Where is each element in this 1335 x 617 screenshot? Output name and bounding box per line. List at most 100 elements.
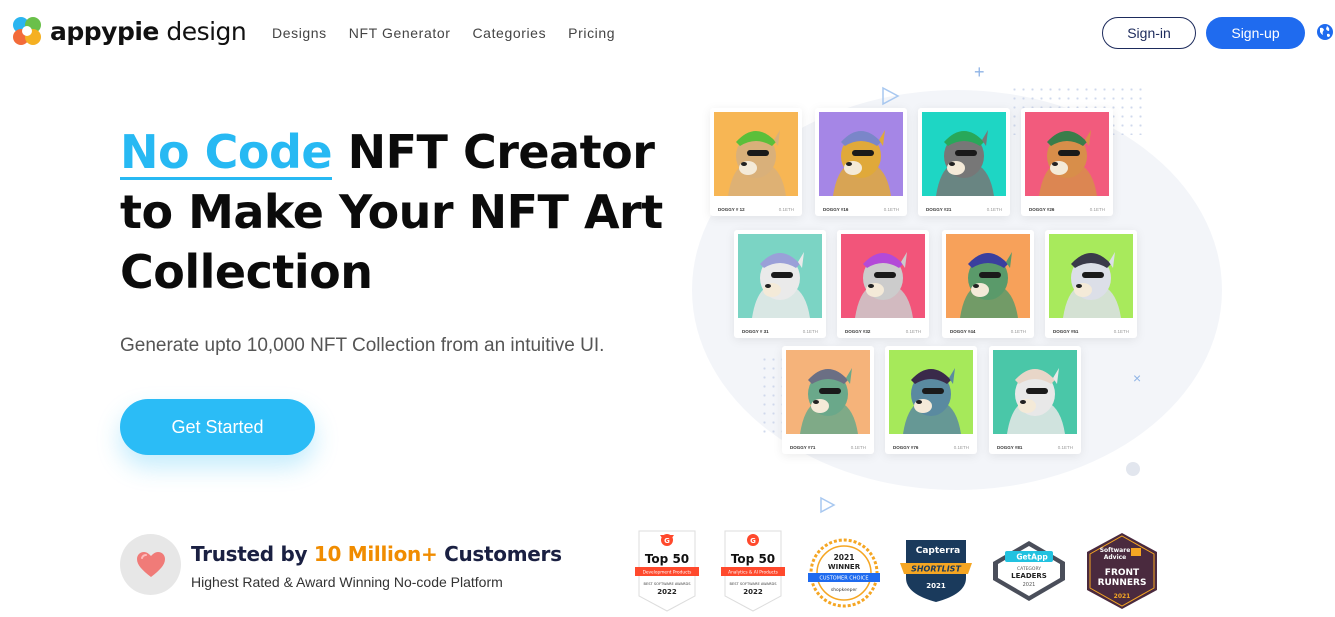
g2-top50-development-badge: G Top 50 Development Products BEST SOFTW… xyxy=(635,530,699,612)
globe-icon[interactable] xyxy=(1316,23,1334,41)
brand-logo[interactable]: appypie design xyxy=(10,14,247,48)
svg-text:2022: 2022 xyxy=(743,588,763,596)
nft-card[interactable]: DOGGY #32 0.1ETH xyxy=(837,230,929,338)
g2-top50-ai-badge: G Top 50 Analytics & AI Products BEST SO… xyxy=(721,530,785,612)
svg-text:2021: 2021 xyxy=(1114,593,1131,600)
svg-text:2021: 2021 xyxy=(1023,582,1036,588)
nft-name: DOGGY #32 xyxy=(845,329,871,334)
svg-text:G: G xyxy=(664,537,670,545)
hero-title-line-2: to Make Your NFT Art xyxy=(120,185,663,239)
svg-text:Top 50: Top 50 xyxy=(645,552,689,566)
nft-price: 0.1ETH xyxy=(1010,329,1026,334)
nft-card[interactable]: DOGGY #71 0.1ETH xyxy=(782,346,874,454)
nft-doggy-image xyxy=(738,234,822,318)
nft-price: 0.1ETH xyxy=(850,445,866,450)
nft-doggy-image xyxy=(819,112,903,196)
brand-name: appypie design xyxy=(50,16,247,46)
nft-card[interactable]: DOGGY #76 0.1ETH xyxy=(885,346,977,454)
nft-card[interactable]: DOGGY #16 0.1ETH xyxy=(815,108,907,216)
nft-name: DOGGY #26 xyxy=(1029,207,1055,212)
nft-doggy-image xyxy=(786,350,870,434)
nft-doggy-image xyxy=(889,350,973,434)
svg-text:Advice: Advice xyxy=(1104,554,1127,561)
nft-card[interactable]: DOGGY #44 0.1ETH xyxy=(942,230,1034,338)
heart-badge xyxy=(120,534,181,595)
hero-title-line-3: Collection xyxy=(120,245,373,299)
get-started-button[interactable]: Get Started xyxy=(120,399,315,455)
nft-price: 0.1ETH xyxy=(1113,329,1129,334)
svg-text:shopkeeper: shopkeeper xyxy=(831,587,857,593)
svg-text:WINNER: WINNER xyxy=(828,563,861,571)
getapp-category-leaders-badge: GetApp CATEGORY LEADERS 2021 xyxy=(993,541,1065,601)
nft-name: DOGGY #21 xyxy=(926,207,952,212)
plus-icon: + xyxy=(974,62,985,82)
svg-text:SHORTLIST: SHORTLIST xyxy=(911,565,961,574)
decorative-circle xyxy=(1126,462,1140,476)
hero-title-part-1: NFT Creator xyxy=(332,125,655,179)
signup-button[interactable]: Sign-up xyxy=(1206,17,1305,49)
nft-price: 0.1ETH xyxy=(1089,207,1105,212)
hero-title-highlight: No Code xyxy=(120,122,333,182)
svg-text:Capterra: Capterra xyxy=(916,546,960,556)
nft-doggy-image xyxy=(1049,234,1133,318)
nav-item-designs[interactable]: Designs xyxy=(272,25,327,41)
nft-name: DOGGY #16 xyxy=(823,207,849,212)
trust-subtitle: Highest Rated & Award Winning No-code Pl… xyxy=(191,574,503,590)
signin-button[interactable]: Sign-in xyxy=(1102,17,1196,49)
customer-choice-winner-badge: 2021 WINNER CUSTOMER CHOICE shopkeeper xyxy=(808,538,880,608)
software-advice-front-runners-badge: Software Advice FRONT RUNNERS 2021 xyxy=(1087,533,1157,609)
svg-text:2021: 2021 xyxy=(926,582,946,590)
svg-text:Development Products: Development Products xyxy=(643,570,693,576)
svg-text:CUSTOMER CHOICE: CUSTOMER CHOICE xyxy=(819,576,868,582)
nft-card[interactable]: DOGGY #81 0.1ETH xyxy=(989,346,1081,454)
svg-text:Top 50: Top 50 xyxy=(731,552,775,566)
svg-text:Software: Software xyxy=(1100,547,1131,554)
nft-card[interactable]: DOGGY #51 0.1ETH xyxy=(1045,230,1137,338)
nft-price: 0.1ETH xyxy=(953,445,969,450)
nft-price: 0.1ETH xyxy=(986,207,1002,212)
nft-name: DOGGY #81 xyxy=(997,445,1023,450)
nft-price: 0.1ETH xyxy=(905,329,921,334)
nft-name: DOGGY # 31 xyxy=(742,329,769,334)
nft-card[interactable]: DOGGY #26 0.1ETH xyxy=(1021,108,1113,216)
triangle-icon xyxy=(882,86,900,106)
svg-text:FRONT: FRONT xyxy=(1105,568,1140,578)
appypie-logo-icon xyxy=(13,17,41,45)
nft-name: DOGGY #71 xyxy=(790,445,816,450)
nft-name: DOGGY #76 xyxy=(893,445,919,450)
nft-card[interactable]: DOGGY # 31 0.1ETH xyxy=(734,230,826,338)
svg-text:G: G xyxy=(750,537,756,545)
svg-text:2021: 2021 xyxy=(834,553,855,562)
nft-doggy-image xyxy=(946,234,1030,318)
hero-title: No Code NFT Creator to Make Your NFT Art… xyxy=(120,122,680,302)
nft-card[interactable]: DOGGY #21 0.1ETH xyxy=(918,108,1010,216)
nft-name: DOGGY # 12 xyxy=(718,207,745,212)
svg-text:LEADERS: LEADERS xyxy=(1011,572,1047,580)
nft-doggy-image xyxy=(714,112,798,196)
svg-text:Analytics & AI Products: Analytics & AI Products xyxy=(728,570,778,576)
nft-price: 0.1ETH xyxy=(883,207,899,212)
nft-card[interactable]: DOGGY # 12 0.1ETH xyxy=(710,108,802,216)
site-header: appypie design Designs NFT Generator Cat… xyxy=(0,0,1335,66)
nft-price: 0.1ETH xyxy=(1057,445,1073,450)
nft-doggy-image xyxy=(993,350,1077,434)
svg-text:RUNNERS: RUNNERS xyxy=(1098,578,1147,588)
capterra-shortlist-badge: Capterra SHORTLIST 2021 xyxy=(900,540,972,602)
plus-icon: × xyxy=(1133,370,1142,386)
triangle-icon xyxy=(820,496,836,514)
nft-doggy-image xyxy=(1025,112,1109,196)
svg-text:BEST SOFTWARE AWARDS: BEST SOFTWARE AWARDS xyxy=(643,582,691,586)
heart-icon xyxy=(136,551,165,577)
svg-text:GetApp: GetApp xyxy=(1016,553,1048,562)
main-nav: Designs NFT Generator Categories Pricing xyxy=(272,25,637,41)
nav-item-nft-generator[interactable]: NFT Generator xyxy=(349,25,451,41)
svg-text:2022: 2022 xyxy=(657,588,677,596)
svg-text:BEST SOFTWARE AWARDS: BEST SOFTWARE AWARDS xyxy=(729,582,777,586)
trust-title: Trusted by 10 Million+ Customers xyxy=(191,542,562,566)
nav-item-pricing[interactable]: Pricing xyxy=(568,25,615,41)
nft-price: 0.1ETH xyxy=(802,329,818,334)
nft-name: DOGGY #51 xyxy=(1053,329,1079,334)
nav-item-categories[interactable]: Categories xyxy=(472,25,546,41)
nft-doggy-image xyxy=(841,234,925,318)
nft-name: DOGGY #44 xyxy=(950,329,976,334)
